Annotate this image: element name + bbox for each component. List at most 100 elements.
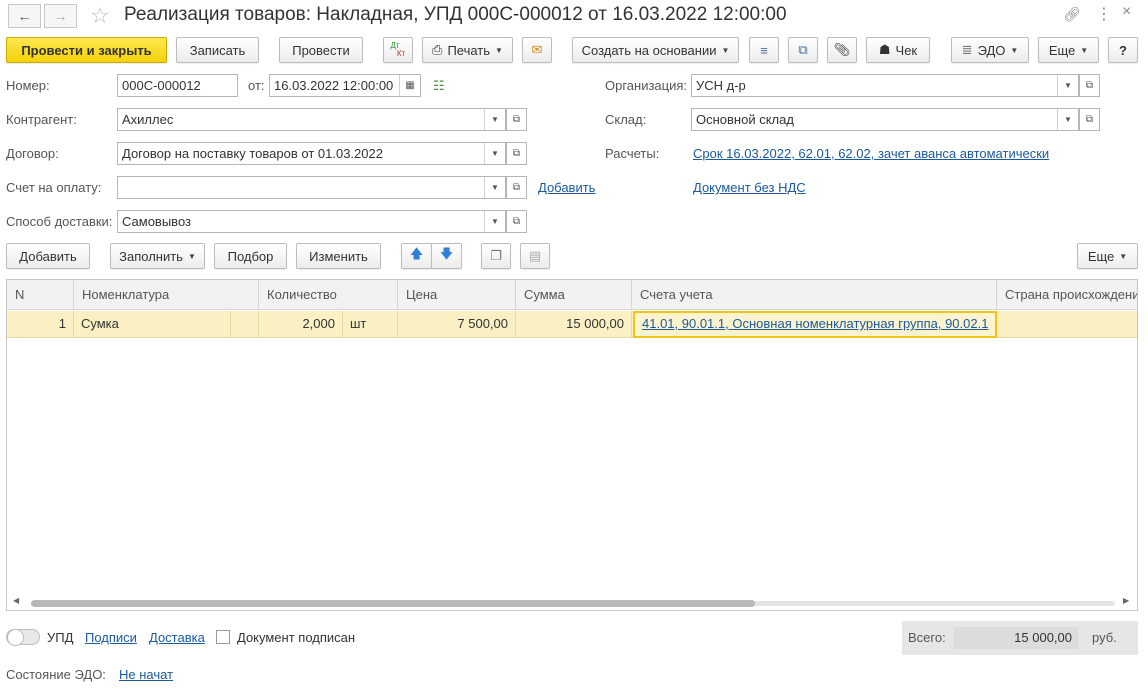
- chevron-down-icon[interactable]: ▼: [484, 211, 505, 232]
- more-vert-icon[interactable]: ⋮: [1096, 4, 1112, 24]
- open-counterparty-button[interactable]: ⧉: [506, 108, 527, 131]
- back-button[interactable]: ←: [8, 4, 41, 28]
- column-header-accounts[interactable]: Счета учета: [632, 280, 997, 310]
- move-up-button[interactable]: 🡅: [401, 243, 432, 269]
- delivery-field[interactable]: Самовывоз ▼: [117, 210, 506, 233]
- cell-item[interactable]: Сумка: [74, 311, 231, 338]
- paste-button[interactable]: ▤: [520, 243, 550, 269]
- delivery-link[interactable]: Доставка: [149, 630, 205, 645]
- chevron-down-icon[interactable]: ▼: [484, 177, 505, 198]
- edo-label: ЭДО: [977, 42, 1006, 58]
- scroll-thumb[interactable]: [31, 600, 755, 607]
- date-field[interactable]: 16.03.2022 12:00:00 ▦: [269, 74, 421, 97]
- table-header: N Номенклатура Количество Цена Сумма Сче…: [7, 280, 1137, 310]
- open-contract-button[interactable]: ⧉: [506, 142, 527, 165]
- chevron-down-icon: ▼: [1119, 251, 1128, 261]
- upd-label: УПД: [47, 630, 74, 645]
- cell-item-extra[interactable]: [231, 311, 259, 338]
- arrow-left-icon: ←: [17, 8, 32, 24]
- kt-label: Кт: [396, 49, 406, 58]
- list-icon: ≡: [760, 42, 768, 58]
- upd-toggle[interactable]: [6, 629, 40, 646]
- settlements-link[interactable]: Срок 16.03.2022, 62.01, 62.02, зачет ава…: [693, 146, 1049, 161]
- favorite-star-icon[interactable]: ☆: [90, 3, 110, 29]
- link-icon[interactable]: 🔗︎: [1063, 6, 1081, 23]
- organization-field[interactable]: УСН д-р ▼: [691, 74, 1079, 97]
- invoice-field[interactable]: ▼: [117, 176, 506, 199]
- chevron-down-icon[interactable]: ▼: [1057, 75, 1078, 96]
- save-button[interactable]: Записать: [176, 37, 259, 63]
- cell-qty[interactable]: 2,000: [259, 311, 343, 338]
- table-change-button[interactable]: Изменить: [296, 243, 381, 269]
- structure-button[interactable]: ⧉: [788, 37, 818, 63]
- table-more-button[interactable]: Еще ▼: [1077, 243, 1138, 269]
- open-organization-button[interactable]: ⧉: [1079, 74, 1100, 97]
- column-header-qty[interactable]: Количество: [259, 280, 398, 310]
- open-invoice-button[interactable]: ⧉: [506, 176, 527, 199]
- cell-accounts[interactable]: 41.01, 90.01.1, Основная номенклатурная …: [633, 311, 997, 338]
- vat-link[interactable]: Документ без НДС: [693, 180, 806, 195]
- chevron-down-icon[interactable]: ▼: [484, 109, 505, 130]
- table-fill-button[interactable]: Заполнить ▼: [110, 243, 205, 269]
- delivery-value: Самовывоз: [122, 214, 191, 229]
- close-icon[interactable]: ×: [1122, 3, 1131, 21]
- post-and-close-button[interactable]: Провести и закрыть: [6, 37, 167, 63]
- total-panel: Всего: 15 000,00 руб.: [902, 621, 1138, 655]
- scroll-left-icon[interactable]: ◀: [13, 596, 19, 605]
- toggle-knob: [7, 629, 24, 646]
- signatures-link[interactable]: Подписи: [85, 630, 137, 645]
- edo-button[interactable]: ≣ ЭДО ▼: [951, 37, 1029, 63]
- send-email-button[interactable]: ✉: [522, 37, 552, 63]
- cell-sum[interactable]: 15 000,00: [516, 311, 632, 338]
- print-button[interactable]: ⎙ Печать ▼: [422, 37, 513, 63]
- chevron-down-icon: ▼: [187, 251, 196, 261]
- horizontal-scrollbar[interactable]: ◀ ▶: [7, 596, 1137, 610]
- open-window-icon: ⧉: [512, 114, 521, 125]
- edo-state-link[interactable]: Не начат: [119, 667, 173, 682]
- forward-button[interactable]: →: [44, 4, 77, 28]
- document-list-button[interactable]: ≡: [749, 37, 779, 63]
- table-select-button[interactable]: Подбор: [214, 243, 287, 269]
- create-based-on-button[interactable]: Создать на основании ▼: [572, 37, 739, 63]
- column-header-sum[interactable]: Сумма: [516, 280, 632, 310]
- scroll-right-icon[interactable]: ▶: [1123, 596, 1129, 605]
- post-button[interactable]: Провести: [279, 37, 363, 63]
- copy-button[interactable]: ❐: [481, 243, 511, 269]
- table-row[interactable]: 1 Сумка 2,000 шт 7 500,00 15 000,00 41.0…: [7, 311, 1137, 338]
- number-label: Номер:: [6, 78, 50, 93]
- open-delivery-button[interactable]: ⧉: [506, 210, 527, 233]
- cell-price[interactable]: 7 500,00: [398, 311, 516, 338]
- arrow-up-icon: 🡅: [409, 246, 424, 261]
- calendar-icon[interactable]: ▦: [399, 75, 420, 96]
- open-window-icon: ⧉: [512, 216, 521, 227]
- structure-icon: ⧉: [798, 42, 808, 57]
- more-button[interactable]: Еще ▼: [1038, 37, 1099, 63]
- column-header-item[interactable]: Номенклатура: [74, 280, 259, 310]
- attach-button[interactable]: 📎︎: [827, 37, 857, 63]
- move-down-button[interactable]: 🡇: [431, 243, 462, 269]
- cell-unit[interactable]: шт: [343, 311, 398, 338]
- open-warehouse-button[interactable]: ⧉: [1079, 108, 1100, 131]
- cell-country[interactable]: [997, 311, 1137, 338]
- counterparty-field[interactable]: Ахиллес ▼: [117, 108, 506, 131]
- dtkt-button[interactable]: Дт Кт: [383, 37, 413, 63]
- chevron-down-icon: ▼: [495, 45, 503, 55]
- table-add-button[interactable]: Добавить: [6, 243, 90, 269]
- chevron-down-icon[interactable]: ▼: [1057, 109, 1078, 130]
- cell-n[interactable]: 1: [7, 311, 74, 338]
- column-header-n[interactable]: N: [7, 280, 74, 310]
- number-field[interactable]: 000С-000012: [117, 74, 238, 97]
- invoice-add-link[interactable]: Добавить: [538, 180, 595, 195]
- delivery-label: Способ доставки:: [6, 214, 113, 229]
- table-more-label: Еще: [1087, 248, 1115, 264]
- chevron-down-icon[interactable]: ▼: [484, 143, 505, 164]
- warehouse-field[interactable]: Основной склад ▼: [691, 108, 1079, 131]
- column-header-country[interactable]: Страна происхождения: [997, 280, 1137, 310]
- column-header-price[interactable]: Цена: [398, 280, 516, 310]
- receipt-button[interactable]: ☗ Чек: [866, 37, 930, 63]
- total-value: 15 000,00: [954, 627, 1078, 649]
- contract-field[interactable]: Договор на поставку товаров от 01.03.202…: [117, 142, 506, 165]
- document-signed-checkbox[interactable]: [216, 630, 230, 644]
- help-button[interactable]: ?: [1108, 37, 1138, 63]
- currency-label: руб.: [1092, 630, 1117, 645]
